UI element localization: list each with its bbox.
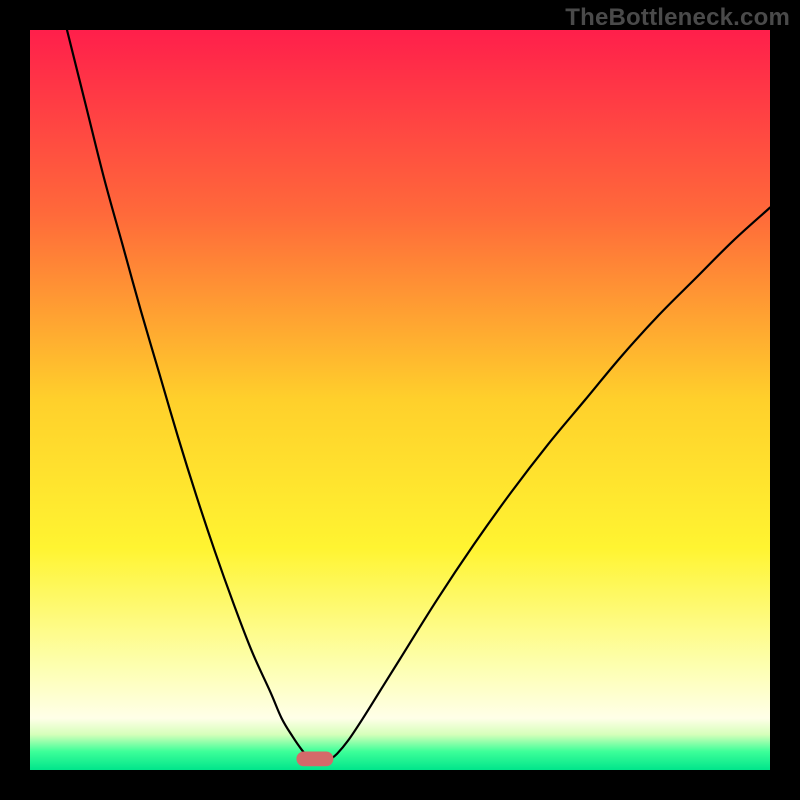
chart-frame: TheBottleneck.com <box>0 0 800 800</box>
chart-svg <box>30 30 770 770</box>
watermark-text: TheBottleneck.com <box>565 4 790 32</box>
marker-pill <box>296 752 333 767</box>
plot-area <box>30 30 770 770</box>
minimum-marker <box>296 752 333 767</box>
